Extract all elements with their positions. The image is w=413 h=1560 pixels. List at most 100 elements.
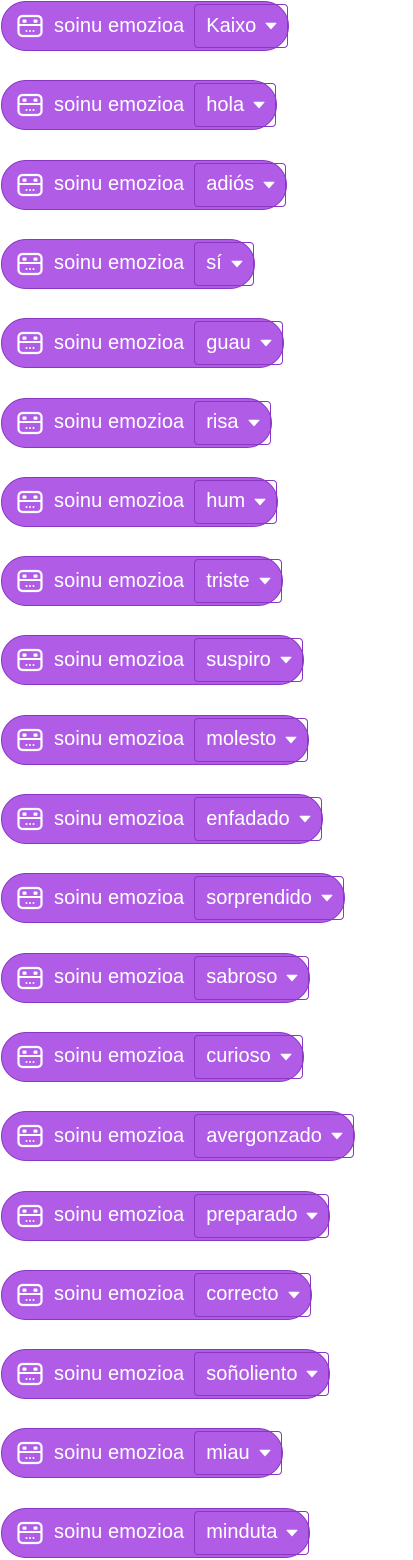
emotion-dropdown-16[interactable]: preparado [194,1193,330,1238]
block-label: soinu emozioa [54,411,185,433]
emotion-dropdown-1[interactable]: Kaixo [194,4,289,48]
emotion-dropdown-15[interactable]: avergonzado [194,1114,354,1159]
block-label: soinu emozioa [54,1204,185,1226]
caret-down-icon [306,1212,318,1219]
robot-face-icon [17,966,43,989]
caret-down-icon [331,1132,343,1140]
sound-emotion-block-14[interactable]: soinu emozioa curioso [1,1031,304,1082]
caret-down-icon [285,736,297,743]
robot-face-icon [17,807,43,831]
emotion-dropdown-5[interactable]: guau [194,321,283,366]
sound-emotion-block-20[interactable]: soinu emozioa minduta [1,1507,311,1558]
emotion-dropdown-12[interactable]: sorprendido [194,876,344,921]
caret-down-icon [259,1450,271,1457]
sound-emotion-block-15[interactable]: soinu emozioa avergonzado [1,1111,355,1162]
robot-face-icon [17,1045,43,1068]
emotion-dropdown-20[interactable]: minduta [194,1510,310,1555]
emotion-dropdown-value: sorprendido [206,886,312,909]
sound-emotion-block-4[interactable]: soinu emozioa sí [1,238,255,289]
emotion-dropdown-10[interactable]: molesto [194,717,309,762]
block-label: soinu emozioa [54,886,185,909]
block-label: soinu emozioa [54,728,185,751]
emotion-dropdown-value: correcto [206,1283,279,1306]
block-label: soinu emozioa [54,1283,185,1306]
caret-down-icon [306,1370,318,1378]
block-label: soinu emozioa [54,331,185,354]
robot-face-icon [17,887,43,910]
sound-emotion-block-9[interactable]: soinu emozioa suspiro [1,635,304,686]
sound-emotion-block-11[interactable]: soinu emozioa enfadado [1,794,323,844]
robot-face-icon [17,649,43,672]
caret-down-icon [259,577,271,585]
sound-emotion-block-1[interactable]: soinu emozioa Kaixo [1,1,290,51]
emotion-dropdown-value: suspiro [206,648,271,671]
caret-down-icon [231,260,243,268]
sound-emotion-block-2[interactable]: soinu emozioa hola [1,80,278,131]
emotion-dropdown-13[interactable]: sabroso [194,955,310,1000]
emotion-dropdown-value: sí [206,252,222,275]
robot-face-icon [17,1204,43,1227]
sound-emotion-block-6[interactable]: soinu emozioa risa [1,397,272,448]
sound-emotion-block-12[interactable]: soinu emozioa sorprendido [1,873,345,924]
emotion-dropdown-6[interactable]: risa [194,400,271,445]
emotion-dropdown-8[interactable]: triste [194,559,282,604]
caret-down-icon [286,974,298,981]
robot-face-icon [17,94,43,117]
block-label: soinu emozioa [54,1521,185,1544]
emotion-dropdown-value: triste [206,569,250,592]
block-label: soinu emozioa [54,569,185,592]
emotion-dropdown-19[interactable]: miau [194,1431,282,1476]
emotion-dropdown-value: avergonzado [206,1124,322,1147]
emotion-dropdown-4[interactable]: sí [194,241,254,286]
sound-emotion-block-8[interactable]: soinu emozioa triste [1,556,283,607]
block-label: soinu emozioa [54,490,185,513]
robot-face-icon [17,1442,43,1465]
emotion-dropdown-value: miau [206,1441,250,1464]
sound-emotion-block-19[interactable]: soinu emozioa miau [1,1428,283,1479]
emotion-dropdown-value: curioso [206,1045,271,1068]
sound-emotion-block-17[interactable]: soinu emozioa correcto [1,1269,312,1320]
robot-face-icon [17,1125,43,1148]
caret-down-icon [260,339,272,347]
emotion-dropdown-9[interactable]: suspiro [194,638,303,683]
robot-face-icon [17,332,43,355]
block-label: soinu emozioa [54,1124,185,1147]
robot-face-icon [17,1362,43,1386]
block-label: soinu emozioa [54,252,185,275]
block-label: soinu emozioa [54,1441,185,1464]
block-label: soinu emozioa [54,14,185,37]
emotion-dropdown-value: hola [206,93,245,116]
caret-down-icon [299,815,311,823]
emotion-dropdown-value: Kaixo [206,14,257,37]
emotion-dropdown-2[interactable]: hola [194,83,277,128]
sound-emotion-block-18[interactable]: soinu emozioa soñoliento [1,1349,331,1400]
robot-face-icon [17,252,43,275]
caret-down-icon [280,657,292,664]
robot-face-icon [17,569,43,593]
sound-emotion-block-5[interactable]: soinu emozioa guau [1,318,284,369]
caret-down-icon [253,101,265,109]
sound-emotion-block-7[interactable]: soinu emozioa hum [1,476,279,527]
emotion-dropdown-value: molesto [206,728,277,751]
emotion-dropdown-14[interactable]: curioso [194,1034,303,1079]
robot-face-icon [17,173,43,196]
sound-emotion-block-16[interactable]: soinu emozioa preparado [1,1190,331,1241]
emotion-dropdown-value: adiós [206,173,255,196]
emotion-dropdown-18[interactable]: soñoliento [194,1352,330,1397]
sound-emotion-block-10[interactable]: soinu emozioa molesto [1,714,310,765]
emotion-dropdown-7[interactable]: hum [194,479,278,524]
emotion-dropdown-11[interactable]: enfadado [194,797,322,841]
sound-emotion-block-3[interactable]: soinu emozioa adiós [1,159,288,210]
caret-down-icon [286,1529,298,1536]
block-label: soinu emozioa [54,648,185,671]
robot-face-icon [17,1521,43,1544]
caret-down-icon [265,22,277,30]
block-label: soinu emozioa [54,1362,185,1385]
emotion-dropdown-17[interactable]: correcto [194,1272,311,1317]
emotion-dropdown-3[interactable]: adiós [194,162,287,207]
sound-emotion-block-13[interactable]: soinu emozioa sabroso [1,952,311,1003]
emotion-dropdown-value: minduta [206,1521,278,1544]
caret-down-icon [280,1053,292,1061]
caret-down-icon [321,894,333,902]
caret-down-icon [263,181,275,188]
